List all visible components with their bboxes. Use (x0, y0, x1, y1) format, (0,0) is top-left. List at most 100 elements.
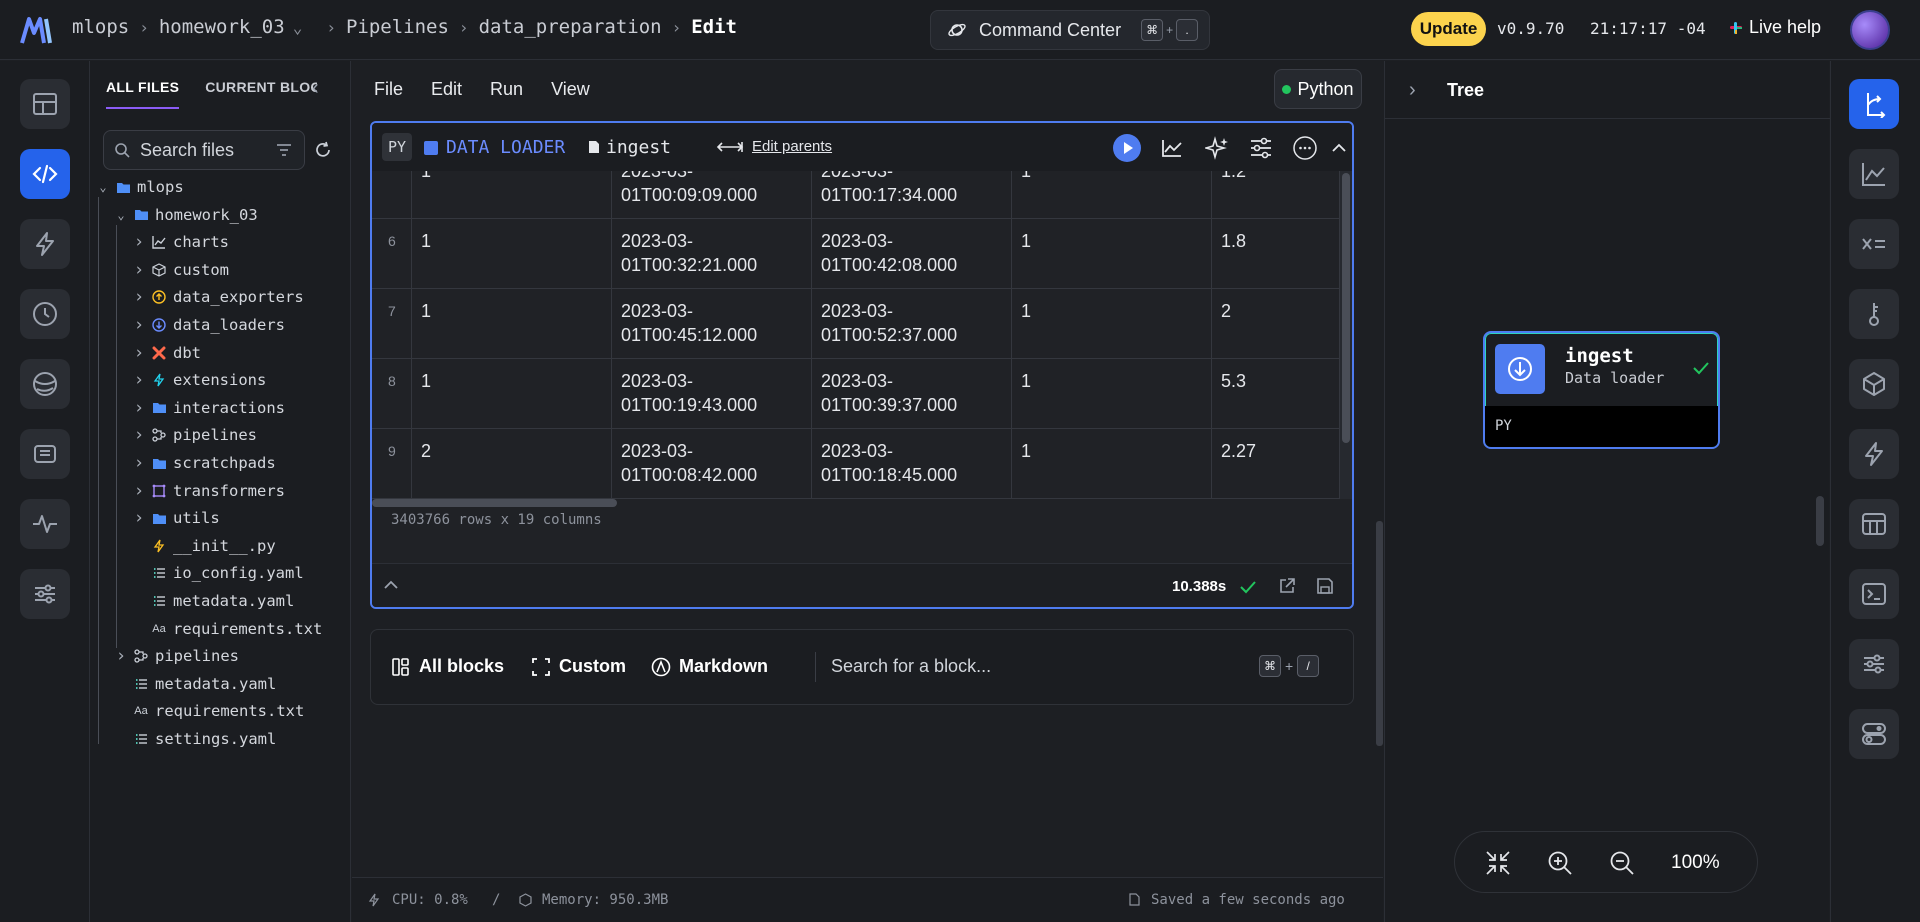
tree-panel-scrollbar[interactable] (1816, 496, 1824, 546)
terminal-panel-button[interactable] (1849, 569, 1899, 619)
chevron-right-icon[interactable]: › (132, 315, 146, 335)
expand-panel-icon[interactable]: › (1409, 79, 1416, 102)
extensions-panel-button[interactable] (1849, 709, 1899, 759)
triggers-panel-button[interactable] (1849, 429, 1899, 479)
chevron-right-icon[interactable]: › (132, 343, 146, 363)
search-files-input[interactable]: Search files (103, 130, 305, 170)
file-tree-item[interactable]: › charts (132, 230, 229, 254)
table-panel-button[interactable] (1849, 499, 1899, 549)
secrets-panel-button[interactable] (1849, 289, 1899, 339)
chevron-right-icon[interactable]: › (132, 232, 146, 252)
command-center-button[interactable]: Command Center ⌘ + . (930, 10, 1210, 50)
block-file[interactable]: ingest (588, 137, 671, 158)
file-tree-item[interactable]: › scratchpads (132, 451, 276, 475)
nav-backfills-button[interactable] (20, 359, 70, 409)
file-tree-item[interactable]: › data_exporters (132, 285, 304, 309)
filter-icon[interactable] (276, 143, 292, 157)
file-tree-item[interactable]: › interactions (132, 396, 285, 420)
nav-runs-button[interactable] (20, 289, 70, 339)
file-tree-item[interactable]: › transformers (132, 479, 285, 503)
kernel-status-button[interactable]: Python (1274, 69, 1362, 109)
menu-run[interactable]: Run (490, 79, 523, 100)
chevron-right-icon[interactable]: › (132, 425, 146, 445)
tree-view-button[interactable] (1849, 79, 1899, 129)
zoom-in-icon[interactable] (1547, 850, 1573, 876)
chevron-right-icon[interactable]: › (132, 287, 146, 307)
markdown-block-button[interactable]: Markdown (651, 656, 768, 677)
chart-button[interactable] (1157, 133, 1187, 163)
collapse-panel-icon[interactable]: ‹ (312, 77, 319, 100)
file-tree-item[interactable]: Aa requirements.txt (114, 699, 304, 723)
file-tree-item[interactable]: ⌄ mlops (96, 175, 183, 199)
expand-output-icon[interactable] (384, 580, 398, 589)
chevron-right-icon[interactable]: › (132, 453, 146, 473)
fit-view-icon[interactable] (1485, 850, 1511, 876)
update-button[interactable]: Update (1411, 12, 1486, 46)
all-blocks-button[interactable]: All blocks (391, 656, 504, 677)
breadcrumb-repo[interactable]: homework_03 (159, 16, 285, 38)
blocks-panel-button[interactable] (1849, 359, 1899, 409)
file-tree-item[interactable]: metadata.yaml (114, 672, 276, 696)
file-tree-item[interactable]: › data_loaders (132, 313, 285, 337)
variables-panel-button[interactable] (1849, 219, 1899, 269)
nav-triggers-button[interactable] (20, 219, 70, 269)
file-tree-item[interactable]: io_config.yaml (132, 561, 304, 585)
collapse-block-button[interactable] (1324, 133, 1352, 163)
refresh-icon[interactable] (314, 141, 332, 159)
file-tree-item[interactable]: › pipelines (114, 644, 239, 668)
tab-all-files[interactable]: ALL FILES (106, 79, 180, 109)
file-tree-item[interactable]: settings.yaml (114, 727, 276, 751)
chevron-right-icon[interactable]: › (114, 646, 128, 666)
more-options-button[interactable] (1290, 133, 1320, 163)
settings-panel-button[interactable] (1849, 639, 1899, 689)
open-external-icon[interactable] (1278, 577, 1296, 595)
nav-monitor-button[interactable] (20, 499, 70, 549)
save-icon[interactable] (1316, 577, 1334, 595)
chevron-right-icon[interactable]: › (132, 370, 146, 390)
nav-logs-button[interactable] (20, 429, 70, 479)
editor-scrollbar[interactable] (1376, 521, 1383, 746)
table-vertical-scrollbar[interactable] (1342, 173, 1350, 443)
file-tree-item[interactable]: › pipelines (132, 423, 257, 447)
breadcrumb-pipelines[interactable]: Pipelines (346, 16, 449, 38)
breadcrumb-pipeline-name[interactable]: data_preparation (479, 16, 662, 38)
chevron-right-icon[interactable]: › (132, 508, 146, 528)
nav-code-editor-button[interactable] (20, 149, 70, 199)
chevron-down-icon[interactable]: ⌄ (96, 180, 110, 194)
live-help-button[interactable]: Live help (1729, 17, 1821, 38)
pipeline-node[interactable]: ingest Data loader PY (1483, 331, 1720, 449)
breadcrumb-project[interactable]: mlops (72, 16, 129, 38)
file-tree-item[interactable]: metadata.yaml (132, 589, 294, 613)
file-tree-item[interactable]: Aa requirements.txt (132, 617, 322, 641)
chevron-right-icon[interactable]: › (132, 481, 146, 501)
chevron-down-icon[interactable]: ⌄ (114, 208, 128, 222)
zoom-out-icon[interactable] (1609, 850, 1635, 876)
charts-panel-button[interactable] (1849, 149, 1899, 199)
chevron-down-icon[interactable]: ⌄ (293, 18, 303, 37)
file-tree-item[interactable]: › utils (132, 506, 220, 530)
nav-pipelines-overview-button[interactable] (20, 79, 70, 129)
ai-sparkle-button[interactable] (1202, 133, 1232, 163)
file-tree-item[interactable]: › extensions (132, 368, 266, 392)
block-settings-button[interactable] (1246, 133, 1276, 163)
table-horizontal-scrollbar[interactable] (372, 499, 617, 507)
mage-logo-icon[interactable] (20, 15, 52, 45)
memory-usage: Memory: 950.3MB (542, 892, 669, 908)
chevron-right-icon[interactable]: › (132, 260, 146, 280)
tab-current-block[interactable]: CURRENT BLOCK (205, 79, 317, 109)
edit-parents-link[interactable]: Edit parents (716, 138, 832, 155)
block-language-tag: PY (382, 133, 412, 161)
nav-settings-button[interactable] (20, 569, 70, 619)
avatar[interactable] (1850, 10, 1890, 50)
run-block-button[interactable] (1112, 133, 1142, 163)
menu-edit[interactable]: Edit (431, 79, 462, 100)
custom-block-button[interactable]: Custom (531, 656, 626, 677)
file-tree-item[interactable]: ⌄ homework_03 (114, 203, 257, 227)
file-tree-item[interactable]: › custom (132, 258, 229, 282)
menu-view[interactable]: View (551, 79, 590, 100)
file-tree-item[interactable]: __init__.py (132, 534, 276, 558)
chevron-right-icon[interactable]: › (132, 398, 146, 418)
menu-file[interactable]: File (374, 79, 403, 100)
file-tree-item[interactable]: › dbt (132, 341, 201, 365)
search-block-input[interactable]: Search for a block... (831, 656, 991, 677)
